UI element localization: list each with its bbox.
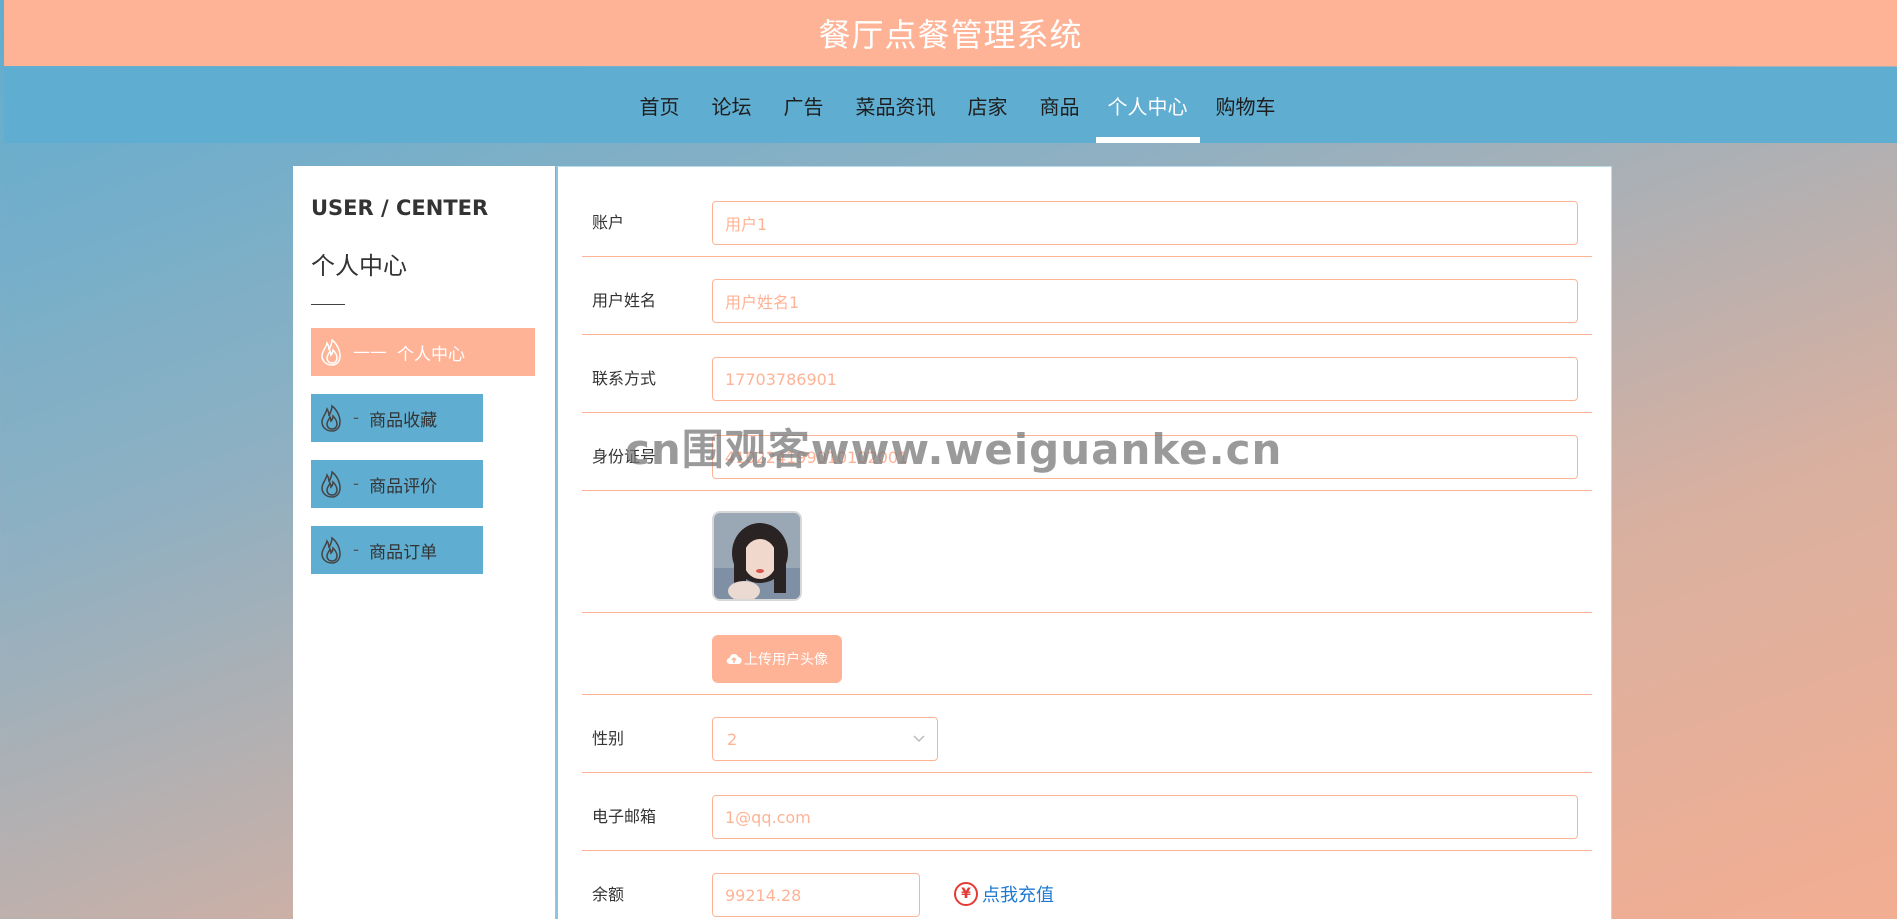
upload-avatar-button[interactable]: 上传用户头像: [712, 635, 842, 683]
sidebar-cn-title: 个人中心: [311, 252, 407, 280]
idcard-input[interactable]: 410224199010102001: [712, 435, 1578, 479]
avatar[interactable]: [712, 511, 802, 601]
header-bar: 餐厅点餐管理系统: [4, 0, 1897, 66]
upload-avatar-label: 上传用户头像: [744, 652, 828, 668]
gender-select[interactable]: 2: [712, 717, 938, 761]
form-row-balance: 余额 99214.28 ¥ 点我充值: [582, 851, 1592, 919]
nav-menu: 首页 论坛 广告 菜品资讯 店家 商品 个人中心 购物车: [4, 67, 1897, 143]
form-row-email: 电子邮箱 1@qq.com: [582, 773, 1592, 851]
sidebar: USER / CENTER 个人中心 —— 个人中心 - 商品收藏 - 商品评价…: [293, 166, 555, 919]
recharge-link[interactable]: ¥ 点我充值: [954, 881, 1054, 907]
gender-label: 性别: [592, 729, 625, 748]
chevron-down-icon: [913, 735, 925, 743]
sidebar-item-dash: ——: [353, 342, 387, 362]
nav-item-forum[interactable]: 论坛: [696, 67, 768, 143]
sidebar-item-dash: -: [353, 474, 360, 494]
username-input[interactable]: 用户姓名1: [712, 279, 1578, 323]
nav-item-products[interactable]: 商品: [1024, 67, 1096, 143]
form-row-account: 账户 用户1: [582, 167, 1592, 257]
avatar-image: [714, 513, 800, 599]
profile-form: 账户 用户1 用户姓名 用户姓名1 联系方式 17703786901 身份证号 …: [556, 166, 1612, 919]
nav-item-news[interactable]: 菜品资讯: [840, 67, 952, 143]
flame-icon: [321, 536, 341, 564]
sidebar-en-title: USER / CENTER: [311, 196, 489, 220]
sidebar-item-label: 商品评价: [369, 476, 438, 497]
sidebar-item-dash: -: [353, 408, 360, 428]
nav-item-ads[interactable]: 广告: [768, 67, 840, 143]
form-row-username: 用户姓名 用户姓名1: [582, 257, 1592, 335]
account-input[interactable]: 用户1: [712, 201, 1578, 245]
username-label: 用户姓名: [592, 291, 657, 310]
phone-input[interactable]: 17703786901: [712, 357, 1578, 401]
sidebar-item-dash: -: [353, 540, 360, 560]
sidebar-item-label: 个人中心: [397, 344, 465, 365]
sidebar-item-reviews[interactable]: - 商品评价: [311, 460, 483, 508]
sidebar-item-orders[interactable]: - 商品订单: [311, 526, 483, 574]
sidebar-item-label: 商品订单: [369, 542, 438, 563]
nav-item-home[interactable]: 首页: [624, 67, 696, 143]
form-row-upload: 上传用户头像: [582, 613, 1592, 695]
flame-icon: [321, 470, 341, 498]
balance-input[interactable]: 99214.28: [712, 873, 920, 917]
nav-item-cart[interactable]: 购物车: [1200, 67, 1292, 143]
site-title: 餐厅点餐管理系统: [818, 16, 1083, 54]
recharge-label: 点我充值: [982, 885, 1054, 906]
idcard-label: 身份证号: [592, 447, 657, 466]
sidebar-item-label: 商品收藏: [369, 410, 438, 431]
sidebar-divider: [311, 304, 345, 305]
sidebar-item-user-center[interactable]: —— 个人中心: [311, 328, 535, 376]
email-label: 电子邮箱: [592, 807, 657, 826]
email-input[interactable]: 1@qq.com: [712, 795, 1578, 839]
nav-bar: 首页 论坛 广告 菜品资讯 店家 商品 个人中心 购物车: [4, 67, 1897, 143]
balance-label: 余额: [592, 885, 625, 904]
yen-icon: ¥: [954, 882, 978, 906]
cloud-upload-icon: [726, 654, 742, 665]
flame-icon: [321, 338, 341, 366]
form-row-avatar: [582, 491, 1592, 613]
gender-value: 2: [727, 729, 738, 749]
nav-item-shop[interactable]: 店家: [952, 67, 1024, 143]
account-label: 账户: [592, 213, 625, 232]
form-row-gender: 性别 2: [582, 695, 1592, 773]
flame-icon: [321, 404, 341, 432]
form-row-phone: 联系方式 17703786901: [582, 335, 1592, 413]
nav-item-user-center[interactable]: 个人中心: [1095, 67, 1200, 143]
phone-label: 联系方式: [592, 369, 657, 388]
sidebar-item-favorites[interactable]: - 商品收藏: [311, 394, 483, 442]
form-row-idcard: 身份证号 410224199010102001: [582, 413, 1592, 491]
